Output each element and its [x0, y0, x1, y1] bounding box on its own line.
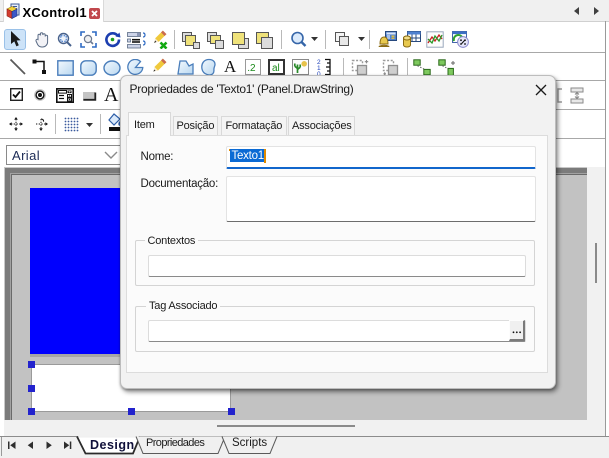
svg-text:.2: .2 [247, 63, 256, 74]
svg-text:al: al [272, 63, 280, 74]
